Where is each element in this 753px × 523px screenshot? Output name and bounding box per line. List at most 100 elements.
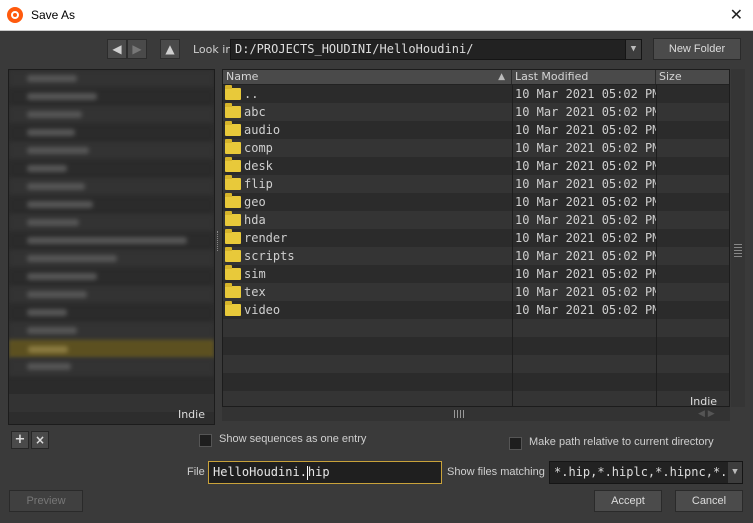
empty-row [223,355,729,373]
sidebar-item[interactable] [9,70,214,88]
size-cell [656,175,729,193]
sidebar-item[interactable] [9,358,214,376]
table-row[interactable]: .. 10 Mar 2021 05:02 PM [223,85,729,103]
sidebar-item[interactable] [9,232,214,250]
folder-icon [225,193,241,208]
table-row[interactable]: desk 10 Mar 2021 05:02 PM [223,157,729,175]
accept-button[interactable]: Accept [594,490,662,512]
folder-icon [225,229,241,244]
chevron-down-icon[interactable]: ▼ [728,462,742,483]
file-filter-combo[interactable]: *.hip,*.hiplc,*.hipnc,*.hip* ▼ [549,461,743,484]
show-sequences-checkbox[interactable] [199,434,212,447]
modified-cell: 10 Mar 2021 05:02 PM [515,231,656,245]
close-icon[interactable]: ✕ [730,5,743,24]
up-directory-button[interactable]: ▲ [160,39,180,59]
look-in-path-text: D:/PROJECTS_HOUDINI/HelloHoudini/ [235,42,474,56]
preview-button[interactable]: Preview [9,490,83,512]
table-row[interactable]: comp 10 Mar 2021 05:02 PM [223,139,729,157]
sidebar-item[interactable] [9,142,214,160]
file-list-license-label: Indie [690,395,718,408]
file-list[interactable]: Name ▲ Last Modified Size .. 10 Mar 2021 … [222,69,730,407]
table-row[interactable]: geo 10 Mar 2021 05:02 PM [223,193,729,211]
forward-button[interactable]: ▶ [127,39,147,59]
sidebar-item[interactable] [9,214,214,232]
file-name-cell: abc [223,103,512,121]
modified-cell: 10 Mar 2021 05:02 PM [515,141,656,155]
file-name: sim [244,267,266,281]
make-relative-checkbox[interactable] [509,437,522,450]
folder-icon [225,283,241,298]
back-button[interactable]: ◀ [107,39,127,59]
file-name: scripts [244,249,295,263]
table-row[interactable]: tex 10 Mar 2021 05:02 PM [223,283,729,301]
add-bookmark-button[interactable]: + [11,431,29,449]
houdini-app-icon [7,7,23,23]
table-row[interactable]: flip 10 Mar 2021 05:02 PM [223,175,729,193]
table-row[interactable]: render 10 Mar 2021 05:02 PM [223,229,729,247]
remove-bookmark-button[interactable]: × [31,431,49,449]
modified-cell: 10 Mar 2021 05:02 PM [515,87,656,101]
file-name: audio [244,123,281,137]
file-name-cell: tex [223,283,512,301]
vertical-scrollbar[interactable] [731,69,745,407]
splitter-handle[interactable] [217,231,219,251]
sidebar-item[interactable] [9,178,214,196]
sidebar-item-selected[interactable] [9,340,214,358]
sidebar-item[interactable] [9,250,214,268]
modified-cell: 10 Mar 2021 05:02 PM [515,213,656,227]
column-header-name[interactable]: Name ▲ [223,70,512,84]
size-cell [656,121,729,139]
scroll-grip-icon[interactable] [454,410,466,418]
sidebar-item[interactable] [9,268,214,286]
scroll-arrows-icon[interactable]: ◀ ▶ [698,409,715,419]
folder-icon [225,157,241,172]
horizontal-scrollbar[interactable] [222,407,730,421]
file-name-cell: sim [223,265,512,283]
new-folder-button[interactable]: New Folder [653,38,741,60]
column-header-size[interactable]: Size [656,70,729,84]
table-row[interactable]: sim 10 Mar 2021 05:02 PM [223,265,729,283]
file-label: File [187,466,205,478]
file-name-cell: audio [223,121,512,139]
modified-cell: 10 Mar 2021 05:02 PM [515,303,656,317]
table-row[interactable]: audio 10 Mar 2021 05:02 PM [223,121,729,139]
size-cell [656,193,729,211]
file-name: hda [244,213,266,227]
sidebar-item[interactable] [9,160,214,178]
sidebar-item[interactable] [9,304,214,322]
chevron-down-icon[interactable]: ▼ [625,40,641,59]
look-in-path-combo[interactable]: D:/PROJECTS_HOUDINI/HelloHoudini/ ▼ [230,39,642,60]
file-name: desk [244,159,273,173]
sidebar-item[interactable] [9,286,214,304]
file-name: render [244,231,288,245]
folder-icon [225,121,241,136]
folder-icon [225,211,241,226]
file-name: tex [244,285,266,299]
table-row[interactable]: abc 10 Mar 2021 05:02 PM [223,103,729,121]
file-name-cell: comp [223,139,512,157]
empty-row [223,373,729,391]
column-header-modified[interactable]: Last Modified [512,70,656,84]
scroll-grip-icon[interactable] [734,244,742,258]
sidebar-item[interactable] [9,196,214,214]
folder-icon [225,175,241,190]
file-name-cell: .. [223,85,512,103]
sidebar-item[interactable] [9,106,214,124]
table-row[interactable]: hda 10 Mar 2021 05:02 PM [223,211,729,229]
file-name-input[interactable]: HelloHoudini.hip [208,461,442,484]
bookmarks-sidebar[interactable] [8,69,215,425]
modified-cell: 10 Mar 2021 05:02 PM [515,159,656,173]
table-row[interactable]: video 10 Mar 2021 05:02 PM [223,301,729,319]
modified-cell: 10 Mar 2021 05:02 PM [515,123,656,137]
sidebar-item[interactable] [9,124,214,142]
file-name: geo [244,195,266,209]
size-cell [656,265,729,283]
file-name: .. [244,87,259,101]
table-row[interactable]: scripts 10 Mar 2021 05:02 PM [223,247,729,265]
cancel-button[interactable]: Cancel [675,490,743,512]
sidebar-item[interactable] [9,88,214,106]
folder-icon [225,103,241,118]
size-cell [656,283,729,301]
file-name-cell: render [223,229,512,247]
sidebar-item[interactable] [9,322,214,340]
